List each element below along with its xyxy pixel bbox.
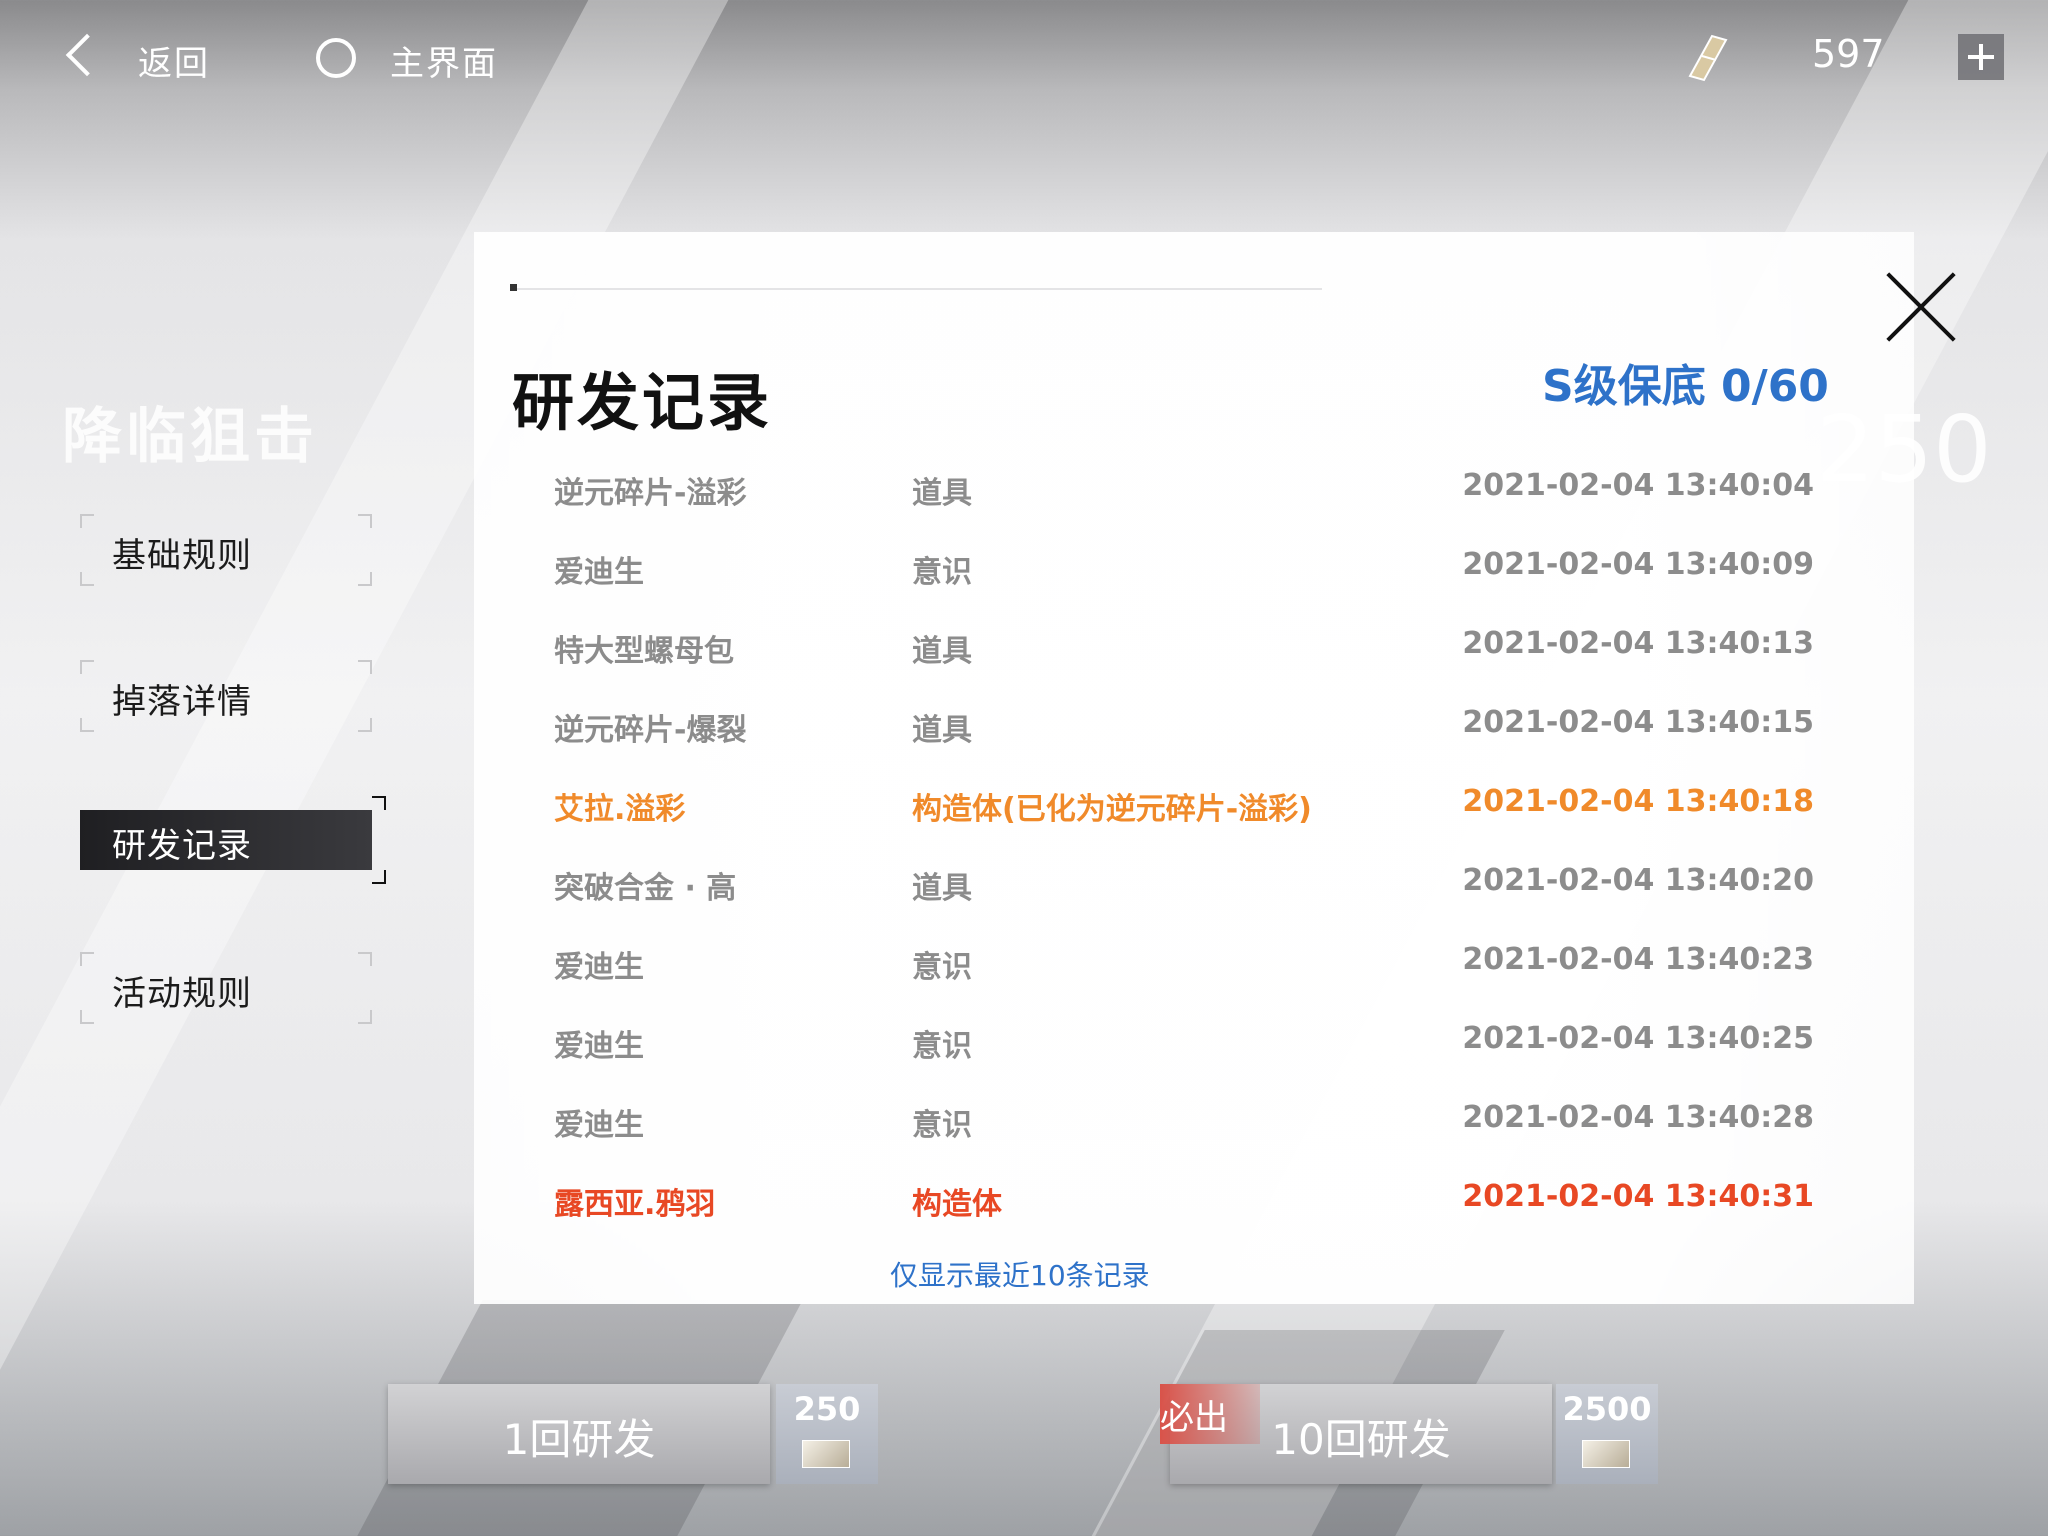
corner-bracket <box>80 660 94 674</box>
record-row: 爱迪生 意识 2021-02-04 13:40:23 <box>554 934 1814 1013</box>
record-time: 2021-02-04 13:40:04 <box>1462 468 1814 503</box>
corner-bracket <box>358 660 372 674</box>
record-type: 道具 <box>912 634 972 669</box>
nav-item-research-records[interactable]: 研发记录 <box>80 796 386 884</box>
nav-item-basic-rules[interactable]: 基础规则 <box>80 514 372 586</box>
research-ticket-icon <box>1688 34 1728 82</box>
record-type: 道具 <box>912 476 972 511</box>
record-type: 意识 <box>912 1029 972 1064</box>
corner-bracket <box>358 514 372 528</box>
home-circle-icon[interactable] <box>316 38 356 78</box>
record-name: 逆元碎片-爆裂 <box>554 713 747 748</box>
records-list: 逆元碎片-溢彩 道具 2021-02-04 13:40:04 爱迪生 意识 2021-02… <box>554 460 1814 1250</box>
divider-dot <box>510 284 517 291</box>
home-button[interactable]: 主界面 <box>390 36 498 85</box>
corner-bracket <box>358 718 372 732</box>
corner-bracket <box>358 572 372 586</box>
records-note: 仅显示最近10条记录 <box>890 1259 1150 1292</box>
back-button[interactable]: 返回 <box>138 36 210 85</box>
corner-bracket <box>80 1010 94 1024</box>
record-time: 2021-02-04 13:40:15 <box>1462 705 1814 740</box>
record-time: 2021-02-04 13:40:20 <box>1462 863 1814 898</box>
record-time: 2021-02-04 13:40:09 <box>1462 547 1814 582</box>
guarantee-tag-label: 必出 <box>1160 1398 1228 1438</box>
single-pull-label: 1回研发 <box>502 1415 656 1464</box>
record-time: 2021-02-04 13:40:23 <box>1462 942 1814 977</box>
record-type: 意识 <box>912 950 972 985</box>
event-title: 降临狙击 <box>62 402 318 472</box>
divider <box>512 288 1322 290</box>
record-name: 突破合金 · 高 <box>554 871 737 906</box>
record-row: 爱迪生 意识 2021-02-04 13:40:25 <box>554 1013 1814 1092</box>
research-ticket-icon <box>802 1440 850 1468</box>
research-ticket-icon <box>1582 1440 1630 1468</box>
record-time: 2021-02-04 13:40:28 <box>1462 1100 1814 1135</box>
record-type: 道具 <box>912 871 972 906</box>
record-type: 意识 <box>912 555 972 590</box>
record-name: 爱迪生 <box>554 1029 644 1064</box>
nav-item-event-rules[interactable]: 活动规则 <box>80 952 372 1024</box>
nav-item-label: 基础规则 <box>112 536 252 576</box>
record-name: 爱迪生 <box>554 555 644 590</box>
record-row: 艾拉.溢彩 构造体(已化为逆元碎片-溢彩) 2021-02-04 13:40:18 <box>554 776 1814 855</box>
corner-bracket <box>80 952 94 966</box>
corner-bracket <box>80 718 94 732</box>
close-icon[interactable] <box>1884 270 1958 344</box>
single-pull-cost: 250 <box>776 1384 878 1484</box>
record-name: 露西亚.鸦羽 <box>554 1187 716 1222</box>
ten-pull-cost: 2500 <box>1556 1384 1658 1484</box>
record-name: 艾拉.溢彩 <box>554 792 686 827</box>
record-time: 2021-02-04 13:40:13 <box>1462 626 1814 661</box>
corner-bracket <box>80 514 94 528</box>
background-cost-number: 250 <box>1816 396 1992 503</box>
record-name: 逆元碎片-溢彩 <box>554 476 747 511</box>
record-row: 特大型螺母包 道具 2021-02-04 13:40:13 <box>554 618 1814 697</box>
corner-bracket <box>372 870 386 884</box>
nav-item-label: 掉落详情 <box>112 682 252 722</box>
record-time: 2021-02-04 13:40:25 <box>1462 1021 1814 1056</box>
currency-value: 597 <box>1812 32 1885 76</box>
record-row: 逆元碎片-爆裂 道具 2021-02-04 13:40:15 <box>554 697 1814 776</box>
record-row: 爱迪生 意识 2021-02-04 13:40:28 <box>554 1092 1814 1171</box>
record-name: 特大型螺母包 <box>554 634 734 669</box>
cost-value: 2500 <box>1562 1390 1652 1428</box>
record-name: 爱迪生 <box>554 950 644 985</box>
record-type: 构造体 <box>912 1187 1002 1222</box>
record-type: 意识 <box>912 1108 972 1143</box>
nav-item-label: 研发记录 <box>112 826 252 866</box>
add-currency-button[interactable] <box>1958 34 2004 80</box>
record-row: 爱迪生 意识 2021-02-04 13:40:09 <box>554 539 1814 618</box>
nav-item-drop-details[interactable]: 掉落详情 <box>80 660 372 732</box>
record-row: 逆元碎片-溢彩 道具 2021-02-04 13:40:04 <box>554 460 1814 539</box>
corner-bracket <box>358 1010 372 1024</box>
record-row: 露西亚.鸦羽 构造体 2021-02-04 13:40:31 <box>554 1171 1814 1250</box>
nav-item-label: 活动规则 <box>112 974 252 1014</box>
modal-title: 研发记录 <box>512 366 773 439</box>
corner-bracket <box>372 796 386 810</box>
back-chevron-icon[interactable] <box>65 33 109 77</box>
corner-bracket <box>358 952 372 966</box>
guarantee-tag: 必出 <box>1160 1384 1260 1444</box>
cost-value: 250 <box>793 1390 861 1428</box>
record-type: 构造体(已化为逆元碎片-溢彩) <box>912 792 1312 827</box>
record-time: 2021-02-04 13:40:18 <box>1462 784 1814 819</box>
record-row: 突破合金 · 高 道具 2021-02-04 13:40:20 <box>554 855 1814 934</box>
record-time: 2021-02-04 13:40:31 <box>1462 1179 1814 1214</box>
single-pull-button[interactable]: 1回研发 <box>388 1384 770 1484</box>
top-bar: 返回 主界面 597 <box>0 0 2048 115</box>
corner-bracket <box>80 572 94 586</box>
pity-counter: S级保底 0/60 <box>1542 361 1829 412</box>
record-name: 爱迪生 <box>554 1108 644 1143</box>
record-type: 道具 <box>912 713 972 748</box>
